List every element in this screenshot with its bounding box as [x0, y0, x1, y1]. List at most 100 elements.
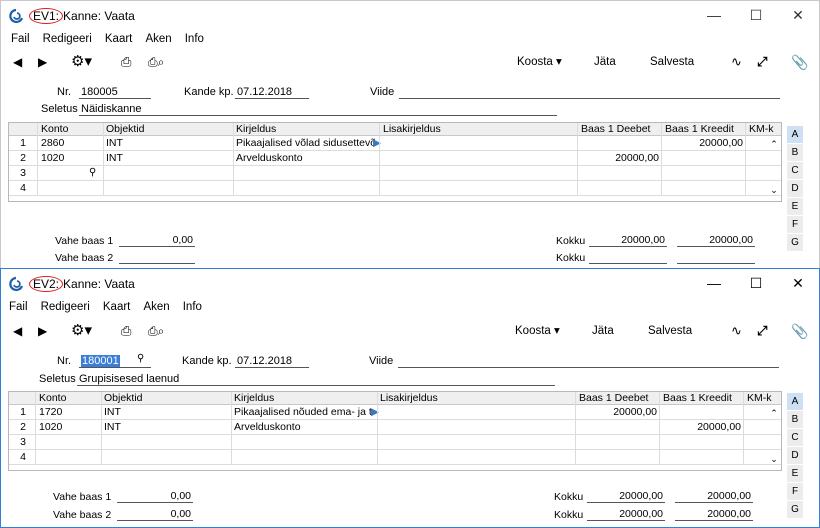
table-row[interactable]: 4: [9, 181, 781, 196]
title-bar[interactable]: EV1: Kanne: Vaata — ☐ ✕: [1, 1, 819, 31]
seletus-field[interactable]: Näidiskanne: [79, 102, 557, 116]
kokku1-credit: 20000,00: [675, 490, 753, 503]
menu-edit[interactable]: Redigeeri: [43, 33, 92, 45]
table-row[interactable]: 2 1020 INT Arvelduskonto 20000,00: [9, 420, 781, 435]
menu-card[interactable]: Kaart: [103, 301, 131, 313]
menu-file[interactable]: Fail: [9, 301, 28, 313]
forward-icon[interactable]: ▶: [38, 51, 47, 73]
maximize-icon[interactable]: ☐: [741, 273, 771, 293]
jata-button[interactable]: Jäta: [592, 320, 614, 342]
cell-kirjeldus[interactable]: Pikaajalised võlad sidusettevõt: [236, 136, 376, 150]
scroll-down-icon[interactable]: ⌄: [767, 454, 781, 465]
tab-e[interactable]: E: [787, 465, 803, 482]
cell-deebet[interactable]: [581, 136, 659, 150]
close-icon[interactable]: ✕: [783, 5, 813, 25]
menu-card[interactable]: Kaart: [105, 33, 133, 45]
table-row[interactable]: 3 ⚲: [9, 166, 781, 181]
table-row[interactable]: 4: [9, 450, 781, 465]
print-icon[interactable]: ⎙: [121, 51, 131, 73]
cell-kirjeldus[interactable]: Pikaajalised nõuded ema- ja te: [234, 405, 372, 419]
salvesta-button[interactable]: Salvesta: [650, 51, 694, 73]
tab-e[interactable]: E: [787, 198, 803, 215]
print-preview-icon[interactable]: ⎙⌕: [148, 320, 164, 342]
table-row[interactable]: 1 1720 INT Pikaajalised nõuded ema- ja t…: [9, 405, 781, 420]
nr-field[interactable]: 180005: [79, 85, 151, 99]
menu-edit[interactable]: Redigeeri: [41, 301, 90, 313]
tab-f[interactable]: F: [787, 216, 803, 233]
maximize-icon[interactable]: ☐: [741, 5, 771, 25]
salvesta-button[interactable]: Salvesta: [648, 320, 692, 342]
koosta-button[interactable]: Koosta ▾: [515, 320, 560, 342]
cell-kreedit[interactable]: [665, 151, 743, 165]
tab-d[interactable]: D: [787, 180, 803, 197]
koosta-button[interactable]: Koosta ▾: [517, 51, 562, 73]
minimize-icon[interactable]: —: [699, 5, 729, 25]
cell-kreedit[interactable]: 20000,00: [663, 420, 741, 434]
tab-c[interactable]: C: [787, 162, 803, 179]
table-row[interactable]: 2 1020 INT Arvelduskonto 20000,00: [9, 151, 781, 166]
forward-icon[interactable]: ▶: [38, 320, 47, 342]
gear-icon[interactable]: ⚙▾: [71, 320, 92, 342]
cell-konto[interactable]: 1020: [39, 420, 99, 434]
flip-icon[interactable]: ∿: [731, 51, 742, 73]
cell-objektid[interactable]: INT: [104, 405, 228, 419]
title-bar[interactable]: EV2: Kanne: Vaata — ☐ ✕: [1, 269, 819, 299]
print-icon[interactable]: ⎙: [121, 320, 131, 342]
cell-kreedit[interactable]: [663, 405, 741, 419]
cell-objektid[interactable]: INT: [104, 420, 228, 434]
search-icon[interactable]: ⚲: [89, 166, 101, 180]
attach-icon[interactable]: 📎: [791, 320, 808, 342]
menu-file[interactable]: Fail: [11, 33, 30, 45]
menu-info[interactable]: Info: [183, 301, 202, 313]
grid-scrollbar[interactable]: ⌃ ⌄: [767, 139, 781, 197]
scroll-up-icon[interactable]: ⌃: [767, 408, 781, 419]
close-icon[interactable]: ✕: [783, 273, 813, 293]
tab-a[interactable]: A: [787, 393, 803, 410]
cell-konto[interactable]: 1020: [41, 151, 101, 165]
cell-konto[interactable]: 2860: [41, 136, 101, 150]
tab-f[interactable]: F: [787, 483, 803, 500]
scroll-up-icon[interactable]: ⌃: [767, 139, 781, 150]
cell-kirjeldus[interactable]: Arvelduskonto: [234, 420, 372, 434]
table-row[interactable]: 1 2860 INT Pikaajalised võlad sidusettev…: [9, 136, 781, 151]
gear-icon[interactable]: ⚙▾: [71, 51, 92, 73]
table-row[interactable]: 3: [9, 435, 781, 450]
attach-icon[interactable]: 📎: [791, 51, 808, 73]
scroll-down-icon[interactable]: ⌄: [767, 185, 781, 196]
grid-scrollbar[interactable]: ⌃ ⌄: [767, 408, 781, 466]
menu-window[interactable]: Aken: [145, 33, 171, 45]
viide-field[interactable]: [398, 354, 779, 368]
search-icon[interactable]: ⚲: [137, 353, 144, 364]
print-preview-icon[interactable]: ⎙⌕: [148, 51, 164, 73]
flip-icon[interactable]: ∿: [731, 320, 742, 342]
cell-kirjeldus[interactable]: Arvelduskonto: [236, 151, 376, 165]
cell-objektid[interactable]: INT: [106, 136, 230, 150]
cell-objektid[interactable]: INT: [106, 151, 230, 165]
tab-g[interactable]: G: [787, 501, 803, 518]
window-title: EV2: Kanne: Vaata: [29, 276, 135, 292]
cell-deebet[interactable]: 20000,00: [579, 405, 657, 419]
cell-deebet[interactable]: [579, 420, 657, 434]
date-field[interactable]: 07.12.2018: [235, 85, 309, 99]
back-icon[interactable]: ◀: [13, 51, 22, 73]
tab-c[interactable]: C: [787, 429, 803, 446]
tab-b[interactable]: B: [787, 144, 803, 161]
expand-icon[interactable]: ⤢: [757, 320, 767, 342]
menu-info[interactable]: Info: [185, 33, 204, 45]
viide-field[interactable]: [399, 85, 780, 99]
seletus-field[interactable]: Grupisisesed laenud: [77, 372, 555, 386]
minimize-icon[interactable]: —: [699, 273, 729, 293]
menu-window[interactable]: Aken: [143, 301, 169, 313]
tab-g[interactable]: G: [787, 234, 803, 251]
tab-d[interactable]: D: [787, 447, 803, 464]
back-icon[interactable]: ◀: [13, 320, 22, 342]
tab-a[interactable]: A: [787, 126, 803, 143]
viide-label: Viide: [369, 355, 394, 367]
cell-kreedit[interactable]: 20000,00: [665, 136, 743, 150]
date-field[interactable]: 07.12.2018: [235, 354, 309, 368]
cell-konto[interactable]: 1720: [39, 405, 99, 419]
tab-b[interactable]: B: [787, 411, 803, 428]
expand-icon[interactable]: ⤢: [757, 51, 767, 73]
cell-deebet[interactable]: 20000,00: [581, 151, 659, 165]
jata-button[interactable]: Jäta: [594, 51, 616, 73]
